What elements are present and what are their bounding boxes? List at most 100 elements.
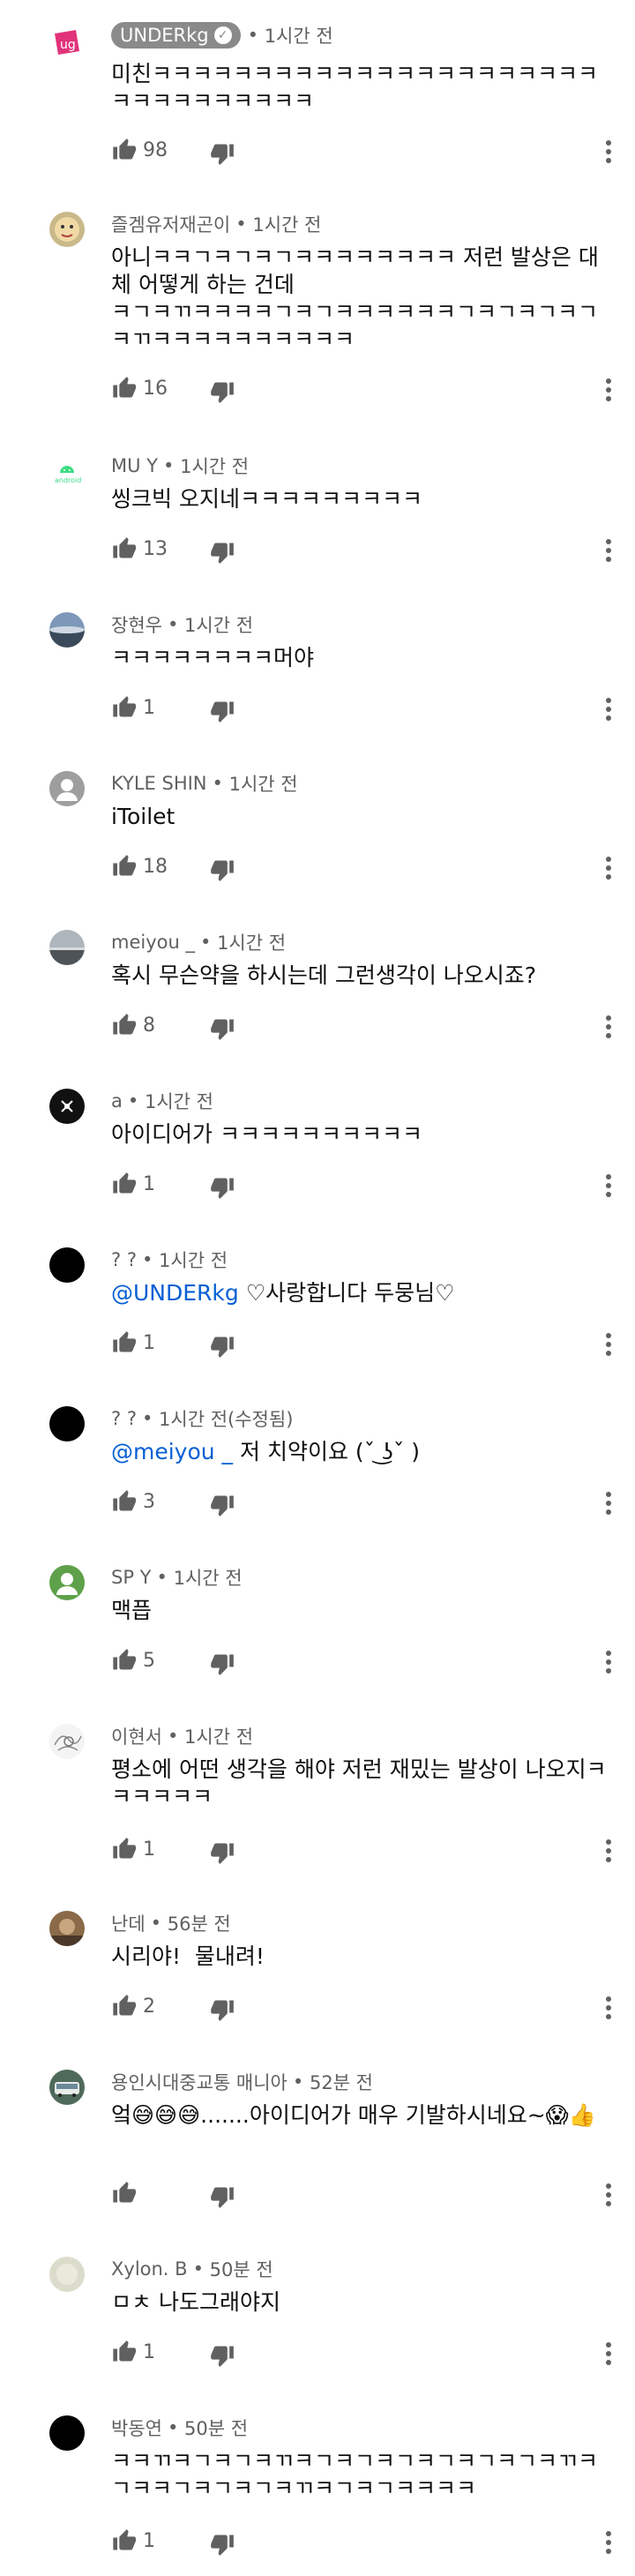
comment-author[interactable]: ? ?	[111, 1408, 137, 1429]
comment-time: 50분 전	[184, 2418, 249, 2439]
thumbs-up-icon[interactable]	[111, 2528, 136, 2553]
thumbs-up-icon[interactable]	[111, 138, 136, 162]
thumbs-down-icon[interactable]	[210, 1840, 235, 1865]
comment-author[interactable]: MU Y	[111, 455, 158, 476]
avatar[interactable]: android	[49, 453, 85, 489]
more-vert-icon[interactable]	[605, 1838, 612, 1863]
svg-text:android: android	[55, 476, 81, 484]
avatar[interactable]: ug	[49, 25, 85, 60]
more-vert-icon[interactable]	[605, 2341, 612, 2366]
thumbs-down-icon[interactable]	[210, 1175, 235, 1200]
thumbs-up-icon[interactable]	[111, 1330, 136, 1355]
thumbs-down-icon[interactable]	[210, 540, 235, 565]
separator: •	[141, 1408, 153, 1429]
thumbs-up-icon[interactable]	[111, 1648, 136, 1673]
avatar[interactable]	[49, 2257, 85, 2292]
comment-actions	[111, 2177, 623, 2213]
more-vert-icon[interactable]	[605, 538, 612, 563]
comment-time: 1시간 전	[217, 932, 287, 954]
thumbs-down-icon[interactable]	[210, 2532, 235, 2557]
separator: •	[199, 932, 212, 953]
thumbs-up-icon[interactable]	[111, 1994, 136, 2018]
thumbs-up-icon[interactable]	[111, 1172, 136, 1196]
thumbs-up-icon[interactable]	[111, 1837, 136, 1861]
thumbs-down-icon[interactable]	[210, 1997, 235, 2022]
comment-text: ㅋㅋㅋㅋㅋㅋㅋㅋ머야	[111, 645, 315, 670]
avatar[interactable]	[49, 1565, 85, 1600]
more-vert-icon[interactable]	[605, 139, 612, 164]
thumbs-down-icon[interactable]	[210, 1334, 235, 1359]
thumbs-up-icon[interactable]	[111, 695, 136, 720]
comment-text: 엌😅😅😅.......아이디어가 매우 기발하시네요~😱👍	[111, 2102, 596, 2128]
cartoon-avatar-icon	[49, 212, 85, 247]
thumbs-down-icon[interactable]	[210, 141, 235, 166]
comment-text: 시리야! 물내려!	[111, 1943, 265, 1969]
comment-author[interactable]: ? ?	[111, 1249, 137, 1270]
comment-header: KYLE SHIN • 1시간 전	[111, 768, 298, 799]
comment-text: @meiyou _ 저 치약이요 (ˇ ͜ʖˇ )	[111, 1438, 609, 1465]
comment-text: iToilet	[111, 804, 176, 829]
thumbs-down-icon[interactable]	[210, 2184, 235, 2209]
avatar[interactable]	[49, 1089, 85, 1124]
more-vert-icon[interactable]	[605, 1491, 612, 1516]
thumbs-up-icon[interactable]	[111, 376, 136, 401]
comment-time: 1시간 전	[184, 615, 254, 636]
thumbs-up-icon[interactable]	[111, 854, 136, 879]
avatar[interactable]	[49, 1406, 85, 1442]
thumbs-up-icon[interactable]	[111, 536, 136, 561]
mention-link[interactable]: @meiyou _	[111, 1439, 233, 1464]
like-count: 1	[143, 1838, 155, 1861]
avatar[interactable]	[49, 612, 85, 648]
more-vert-icon[interactable]	[605, 1650, 612, 1674]
avatar[interactable]	[49, 2070, 85, 2105]
thumbs-down-icon[interactable]	[210, 857, 235, 882]
thumbs-down-icon[interactable]	[210, 1016, 235, 1041]
more-vert-icon[interactable]	[605, 2183, 612, 2207]
comment-text: @UNDERkg ♡사랑합니다 두뭉님♡	[111, 1279, 609, 1307]
comment-author[interactable]: KYLE SHIN	[111, 773, 207, 794]
comment-author[interactable]: 즐겜유저재곤이	[111, 211, 230, 237]
creator-author-badge[interactable]: UNDERkg ✓	[111, 22, 241, 49]
more-vert-icon[interactable]	[605, 1173, 612, 1198]
thumbs-up-icon[interactable]	[111, 2340, 136, 2364]
avatar[interactable]	[49, 771, 85, 806]
comment-author[interactable]: Xylon. B	[111, 2258, 188, 2280]
like-count: 1	[143, 2530, 155, 2552]
thumbs-up-icon[interactable]	[111, 1013, 136, 1037]
comment-header: 이현서 • 1시간 전	[111, 1720, 253, 1752]
thumbs-up-icon[interactable]	[111, 1489, 136, 1514]
avatar[interactable]	[49, 2415, 85, 2451]
more-vert-icon[interactable]	[605, 856, 612, 880]
comment-author[interactable]: 용인시대중교통 매니아	[111, 2069, 288, 2095]
comment-text: 혹시 무슨약을 하시는데 그런생각이 나오시죠?	[111, 962, 537, 988]
thumbs-down-icon[interactable]	[210, 2343, 235, 2368]
more-vert-icon[interactable]	[605, 1015, 612, 1039]
more-vert-icon[interactable]	[605, 1996, 612, 2020]
comment-author[interactable]: 난데	[111, 1910, 146, 1936]
comment-actions: 5	[111, 1644, 623, 1680]
more-vert-icon[interactable]	[605, 697, 612, 722]
avatar[interactable]	[49, 1247, 85, 1283]
comment-actions: 2	[111, 1990, 623, 2026]
more-vert-icon[interactable]	[605, 378, 612, 402]
thumbs-down-icon[interactable]	[210, 699, 235, 723]
avatar[interactable]	[49, 212, 85, 247]
comment-author[interactable]: a	[111, 1090, 123, 1112]
comment-author[interactable]: SP Y	[111, 1567, 152, 1588]
photo-avatar-icon	[49, 1911, 85, 1946]
avatar[interactable]	[49, 930, 85, 965]
more-vert-icon[interactable]	[605, 1332, 612, 1357]
thumbs-down-icon[interactable]	[210, 379, 235, 404]
more-vert-icon[interactable]	[605, 2530, 612, 2555]
avatar[interactable]	[49, 1724, 85, 1759]
comment-author[interactable]: 장현우	[111, 611, 162, 638]
mention-link[interactable]: @UNDERkg	[111, 1280, 239, 1306]
dark-logo-icon	[49, 1089, 85, 1124]
comment-author[interactable]: 이현서	[111, 1723, 162, 1749]
thumbs-down-icon[interactable]	[210, 1651, 235, 1676]
thumbs-up-icon[interactable]	[111, 2181, 136, 2205]
avatar[interactable]	[49, 1911, 85, 1946]
comment-author[interactable]: 박동연	[111, 2415, 162, 2441]
comment-author[interactable]: meiyou _	[111, 932, 195, 953]
thumbs-down-icon[interactable]	[210, 1493, 235, 1517]
